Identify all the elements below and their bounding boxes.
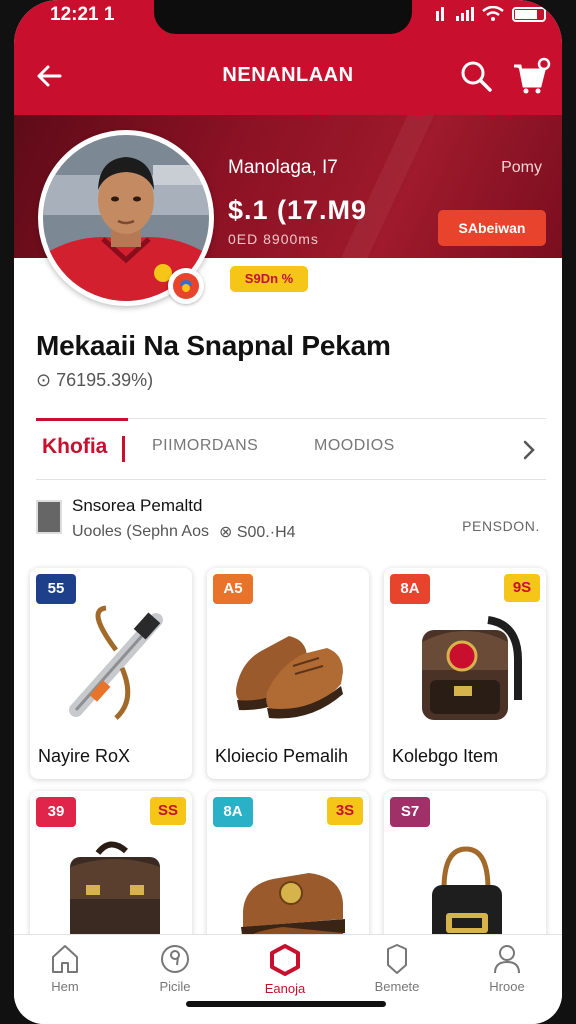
nav-home[interactable]: Hem — [20, 943, 110, 994]
nav-shop-label: Eanoja — [264, 981, 306, 996]
phone-frame: 12:21 1 NENANLAAN Manolaga, I7 Pomy $.1 … — [0, 0, 576, 1024]
chevron-right-icon[interactable] — [518, 437, 540, 463]
shield-icon — [387, 944, 407, 974]
tab-piimordans[interactable]: PIIMORDANS — [152, 437, 258, 455]
nav-security-label: Bemete — [374, 979, 420, 994]
status-icons — [436, 6, 546, 22]
tab-active-indicator — [36, 418, 128, 421]
product-badge-secondary: SS — [150, 797, 186, 825]
nav-profile-label: Picile — [159, 979, 191, 994]
cart-icon[interactable] — [510, 56, 552, 96]
profile-name: Mekaaii Na Snapnal Pekam — [36, 330, 391, 361]
seller-row[interactable]: Snsorea Pemaltd Uooles (Sephn Aos ⊗ S00.… — [36, 494, 546, 544]
seller-thumbnail — [36, 500, 62, 534]
search-icon[interactable] — [458, 58, 494, 94]
seller-title: Snsorea Pemaltd — [72, 496, 203, 515]
nav-account-label: Hrooe — [489, 979, 525, 994]
product-card[interactable]: 8A 9S Kolebgo Item — [384, 568, 546, 779]
profile-icon — [161, 945, 189, 973]
home-icon — [52, 945, 78, 973]
wifi-icon — [482, 6, 504, 21]
shoes-icon — [236, 636, 343, 719]
nav-profile[interactable]: Picile — [130, 943, 220, 994]
product-label: Kolebgo Item — [392, 746, 499, 766]
seller-price: ⊗ S00.·H4 — [218, 524, 296, 541]
product-label: Kloiecio Pemalih — [215, 746, 349, 766]
profile-stat: ⊙ 76195.39%) — [36, 370, 154, 390]
tab-bar: Khofia PIIMORDANS MOODIOS — [36, 418, 546, 480]
screen: 12:21 1 NENANLAAN Manolaga, I7 Pomy $.1 … — [14, 0, 562, 1024]
cellular-signal-icon — [456, 7, 474, 21]
nav-shop[interactable]: Eanoja — [240, 943, 330, 996]
product-card[interactable]: A5 Kloiecio Pemalih — [207, 568, 369, 779]
product-card[interactable]: 55 Nayire RoX — [30, 568, 192, 779]
home-indicator[interactable] — [186, 1001, 386, 1007]
verified-badge-icon — [168, 268, 204, 304]
nav-account[interactable]: Hrooe — [462, 943, 552, 994]
tab-divider — [122, 436, 125, 462]
tab-khofia[interactable]: Khofia — [42, 435, 107, 459]
product-label: Nayire RoX — [38, 746, 131, 766]
product-badge-secondary: 9S — [504, 574, 540, 602]
hexagon-icon — [270, 944, 300, 976]
seller-status: PENSDON. — [462, 518, 540, 534]
banner-subtext: 0ED 8900ms — [228, 231, 319, 247]
signal-icon — [436, 7, 444, 21]
bag-icon — [422, 616, 522, 720]
seller-sub-text: Uooles (Sephn Aos — [72, 523, 209, 540]
banner-pony-label: Pomy — [501, 159, 542, 176]
product-badge-secondary: 3S — [327, 797, 363, 825]
instrument-icon — [69, 605, 163, 720]
nav-security[interactable]: Bemete — [352, 943, 442, 994]
battery-icon — [512, 6, 546, 22]
status-time: 12:21 1 — [50, 4, 115, 25]
banner-amount: $.1 (17.M9 — [228, 195, 368, 225]
tab-moodios[interactable]: MOODIOS — [314, 437, 395, 455]
seller-subtitle: Uooles (Sephn Aos ⊗ S00.·H4 — [72, 522, 296, 542]
user-icon — [494, 945, 520, 974]
level-badge: S9Dn % — [230, 266, 308, 292]
nav-home-label: Hem — [51, 979, 79, 994]
banner-name: Manolaga, I7 — [228, 157, 338, 178]
camera-notch — [154, 0, 412, 34]
bottom-nav: Hem Picile Eanoja Bemete Hrooe — [14, 934, 562, 1024]
subscribe-button[interactable]: SAbeiwan — [438, 210, 546, 246]
app-bar: 12:21 1 NENANLAAN — [14, 0, 562, 115]
